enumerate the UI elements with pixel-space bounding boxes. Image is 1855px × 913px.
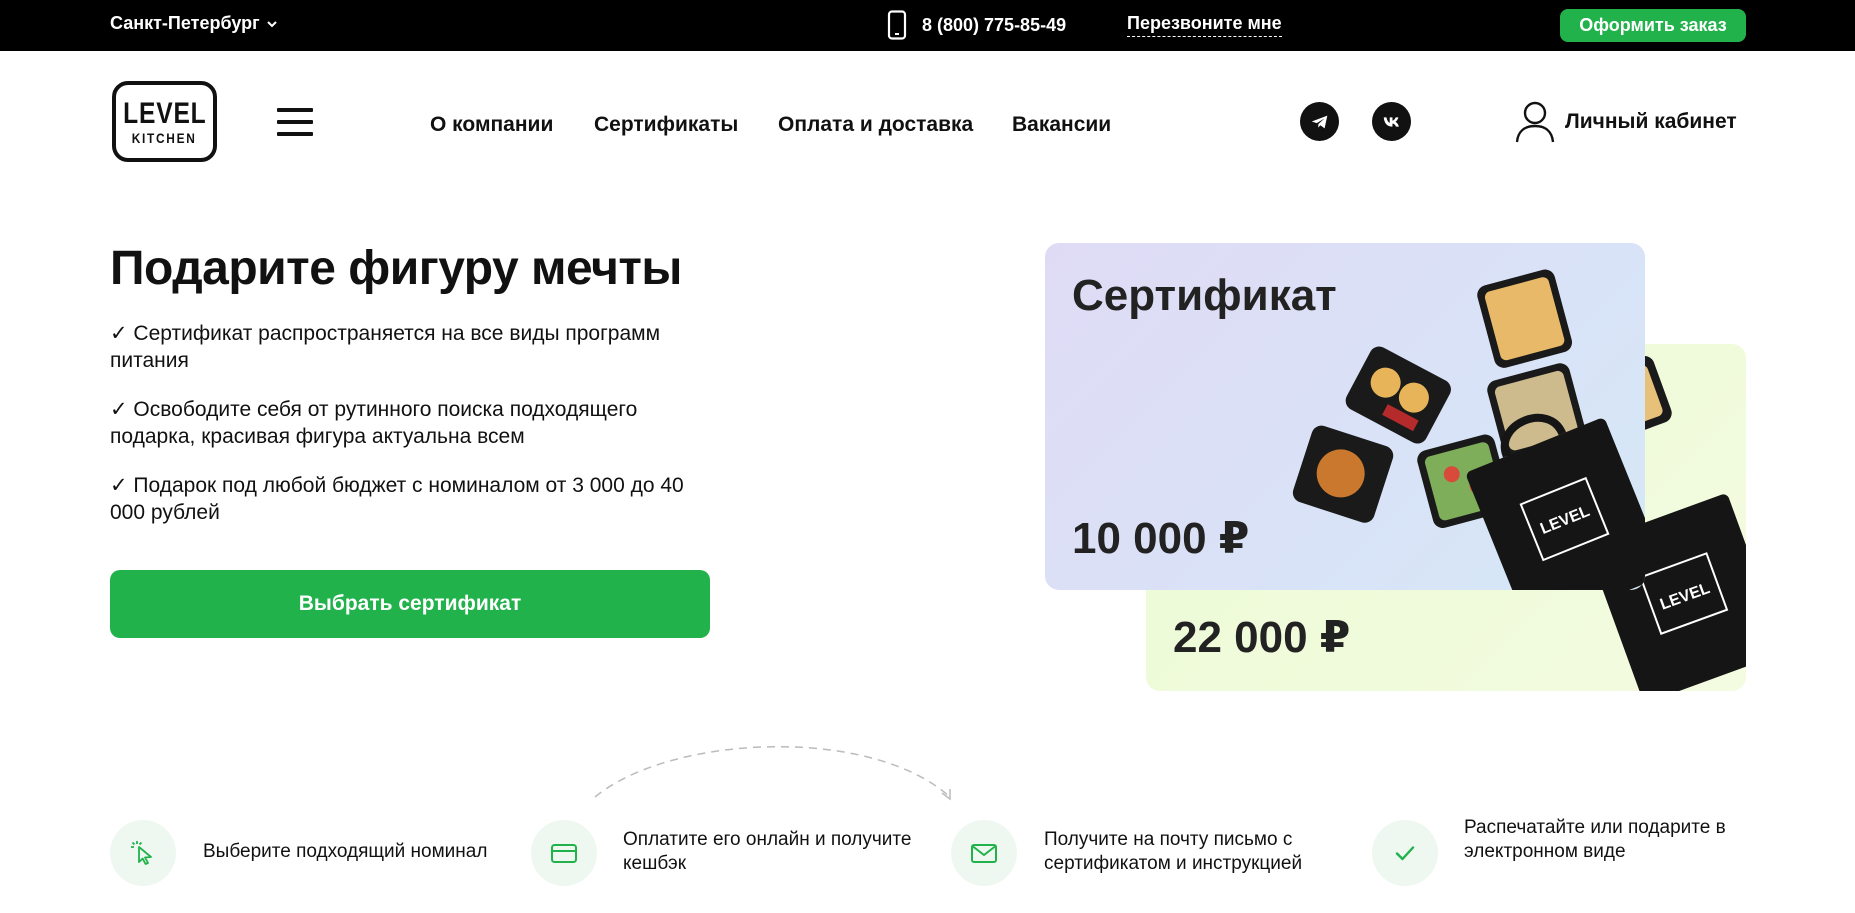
personal-account-label: Личный кабинет	[1565, 110, 1737, 133]
vk-icon[interactable]	[1372, 102, 1411, 141]
top-bar: Санкт-Петербург 8 (800) 775-85-49 Перезв…	[0, 0, 1855, 51]
callback-link[interactable]: Перезвоните мне	[1127, 13, 1282, 37]
nav-certificates[interactable]: Сертификаты	[594, 113, 738, 137]
phone-number: 8 (800) 775-85-49	[922, 14, 1067, 35]
benefit-item: ✓ Сертификат распространяется на все вид…	[110, 322, 661, 372]
logo-line-1: LEVEL	[122, 96, 207, 130]
step-text: Оплатите его онлайн и получите кешбэк	[623, 829, 912, 874]
nav-vacancies[interactable]: Вакансии	[1012, 113, 1111, 137]
step-text: Распечатайте или подарите в электронном …	[1464, 817, 1726, 862]
benefit-item: ✓ Освободите себя от рутинного поиска по…	[110, 398, 638, 448]
nav-payment-delivery[interactable]: Оплата и доставка	[778, 113, 973, 137]
phone-icon	[887, 10, 907, 40]
logo[interactable]: LEVEL KITCHEN	[112, 81, 217, 162]
step-text: Получите на почту письмо с сертификатом …	[1044, 829, 1303, 874]
telegram-icon[interactable]	[1300, 102, 1339, 141]
order-button[interactable]: Оформить заказ	[1560, 9, 1746, 42]
city-label: Санкт-Петербург	[110, 13, 260, 33]
user-icon	[1515, 101, 1555, 143]
city-selector[interactable]: Санкт-Петербург	[110, 13, 278, 34]
step-text: Выберите подходящий номинал	[203, 841, 488, 862]
dashed-arrow-decoration	[594, 745, 951, 801]
logo-line-2: KITCHEN	[132, 129, 197, 146]
envelope-icon	[951, 820, 1017, 886]
page-title: Подарите фигуру мечты	[110, 242, 682, 295]
credit-card-icon	[531, 820, 597, 886]
choose-certificate-button[interactable]: Выбрать сертификат	[110, 570, 710, 638]
personal-account-link[interactable]: Личный кабинет	[1515, 100, 1737, 144]
certificate-value-front: 10 000 ₽	[1072, 514, 1250, 563]
check-icon	[1372, 820, 1438, 886]
nav-about[interactable]: О компании	[430, 113, 553, 137]
chevron-down-icon	[266, 20, 277, 27]
benefit-item: ✓ Подарок под любой бюджет с номиналом о…	[110, 474, 684, 524]
phone-link[interactable]: 8 (800) 775-85-49	[886, 10, 1066, 40]
certificate-value-back: 22 000 ₽	[1173, 613, 1351, 662]
certificate-title: Сертификат	[1072, 271, 1337, 320]
cursor-click-icon	[110, 820, 176, 886]
menu-icon[interactable]	[277, 108, 313, 140]
certificate-card-front: LEVEL Сертификат 10 000 ₽	[1045, 243, 1645, 590]
